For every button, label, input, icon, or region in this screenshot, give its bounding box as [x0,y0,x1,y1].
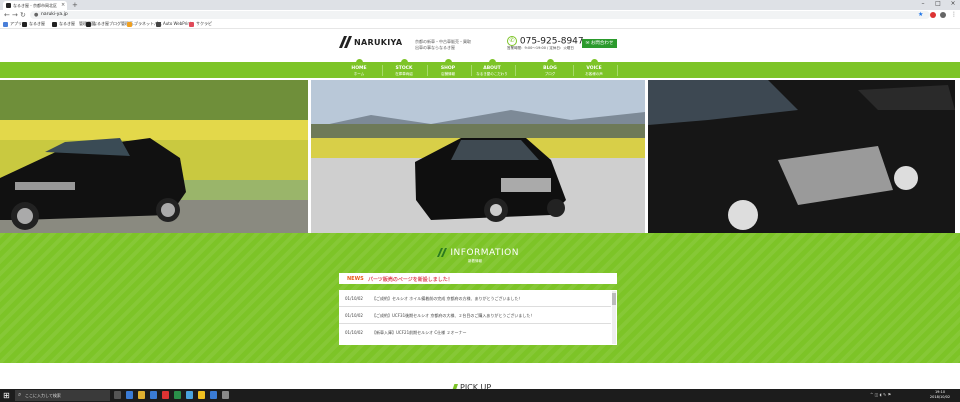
news-scrollbar[interactable] [612,291,616,344]
logo-mark-icon [339,36,352,48]
system-tray-icons[interactable]: ^ ◫ ◖ ✎ ⚑ [870,392,891,397]
nav-about[interactable]: ABOUT なるき屋のこだわり [470,59,514,78]
app-icon[interactable] [186,391,193,399]
edge-icon[interactable] [126,391,133,399]
close-tab-icon[interactable]: × [61,2,65,8]
nav-voice[interactable]: VOICE お客様の声 [572,59,616,78]
url-text: naruki-ya.jp [41,12,68,17]
scrollbar-thumb[interactable] [612,293,616,305]
taskbar-clock[interactable]: 19:10 2018/10/02 [925,390,955,400]
nav-stock[interactable]: STOCK 在庫車両紹 [382,59,426,78]
contact-button[interactable]: ✉ お問合わせ [582,39,617,48]
information-subtitle: 新着情報 [468,259,482,263]
home-icon [356,59,363,65]
phone-number[interactable]: ✆ 075-925-8947 [507,36,584,47]
store-icon[interactable] [150,391,157,399]
lock-icon: ● [34,12,39,18]
bookmark-narukiya[interactable]: なるき屋 [22,21,45,27]
maximize-icon[interactable]: □ [931,0,945,7]
voice-icon [591,59,598,65]
profile-icon[interactable] [940,12,946,18]
hero-photo-left [0,80,308,233]
hero-photo-center [311,80,645,233]
bookmark-sakura[interactable]: サクラピ [189,21,212,27]
new-tab-icon[interactable]: + [72,1,78,9]
information-title: INFORMATION [437,248,519,258]
tab-title: なるき屋 - 京都市岡北区中古車販... [13,3,57,8]
app-icon[interactable] [222,391,229,399]
list-item[interactable]: 01/10/02 【新車入庫】UCF21前期セルシオ C仕様 ２オーナー [339,324,611,340]
app-icon[interactable] [162,391,169,399]
close-window-icon[interactable]: × [946,0,960,7]
shop-icon [445,59,452,65]
list-item[interactable]: 01/10/02 【ご成約】セルシオ ホイル備着前の完成 京都府の方様、ありがとう… [339,290,611,307]
browser-tab-strip [0,0,960,10]
forward-icon[interactable]: → [12,11,18,19]
logo-text: NARUKIYA [354,38,403,47]
bookmark-star-icon[interactable]: ★ [918,11,923,18]
nav-shop[interactable]: SHOP 店舗情報 [426,59,470,78]
extension-icon[interactable] [930,12,936,18]
car-icon [401,59,408,65]
site-tagline: 京都の新車・中古車販売・買取 出車の事ならなるき屋 [415,39,471,50]
hero-photo-right [648,80,955,233]
address-bar[interactable]: ● naruki-ya.jp [30,11,930,19]
about-icon [489,59,496,65]
news-banner[interactable]: NEWS パーツ販売のページを新設しました！ [339,273,617,284]
taskbar-search-input[interactable]: ⌕ ここに入力して検索 [15,390,110,401]
logo-mark-icon [437,248,447,257]
browser-tab[interactable]: なるき屋 - 京都市岡北区中古車販... × [3,1,67,10]
reload-icon[interactable]: ↻ [20,11,26,19]
back-icon[interactable]: ← [4,11,10,19]
app-icon[interactable] [210,391,217,399]
blog-icon [547,59,554,65]
windows-start-icon[interactable]: ⊞ [3,391,10,400]
nav-divider [515,65,516,76]
chrome-icon[interactable] [198,391,205,399]
nav-divider [617,65,618,76]
bookmark-webprint[interactable]: Auto WebPrint [156,21,191,27]
news-label: NEWS [347,276,364,282]
task-view-icon[interactable] [114,391,121,399]
nav-blog[interactable]: BLOG ブログ [528,59,572,78]
menu-icon[interactable]: ⋮ [951,11,957,18]
search-icon: ⌕ [18,391,22,398]
news-list: 01/10/02 【ご成約】セルシオ ホイル備着前の完成 京都府の方様、ありがとう… [339,290,617,345]
news-headline: パーツ販売のページを新設しました！ [368,277,453,283]
phone-icon: ✆ [507,36,517,46]
site-favicon-icon [6,3,11,8]
app-icon[interactable] [174,391,181,399]
bookmark-apps[interactable]: アプリ [3,21,22,27]
business-hours: 営業時間：9:00～19:00 / 定休日：火曜日 [507,46,574,50]
nav-home[interactable]: HOME ホーム [337,59,381,78]
explorer-icon[interactable] [138,391,145,399]
list-item[interactable]: 01/10/02 【ご成約】UCF31後期セルシオ 京都府の大様、２台目のご購入あ… [339,307,611,324]
minimize-icon[interactable]: – [916,0,930,7]
